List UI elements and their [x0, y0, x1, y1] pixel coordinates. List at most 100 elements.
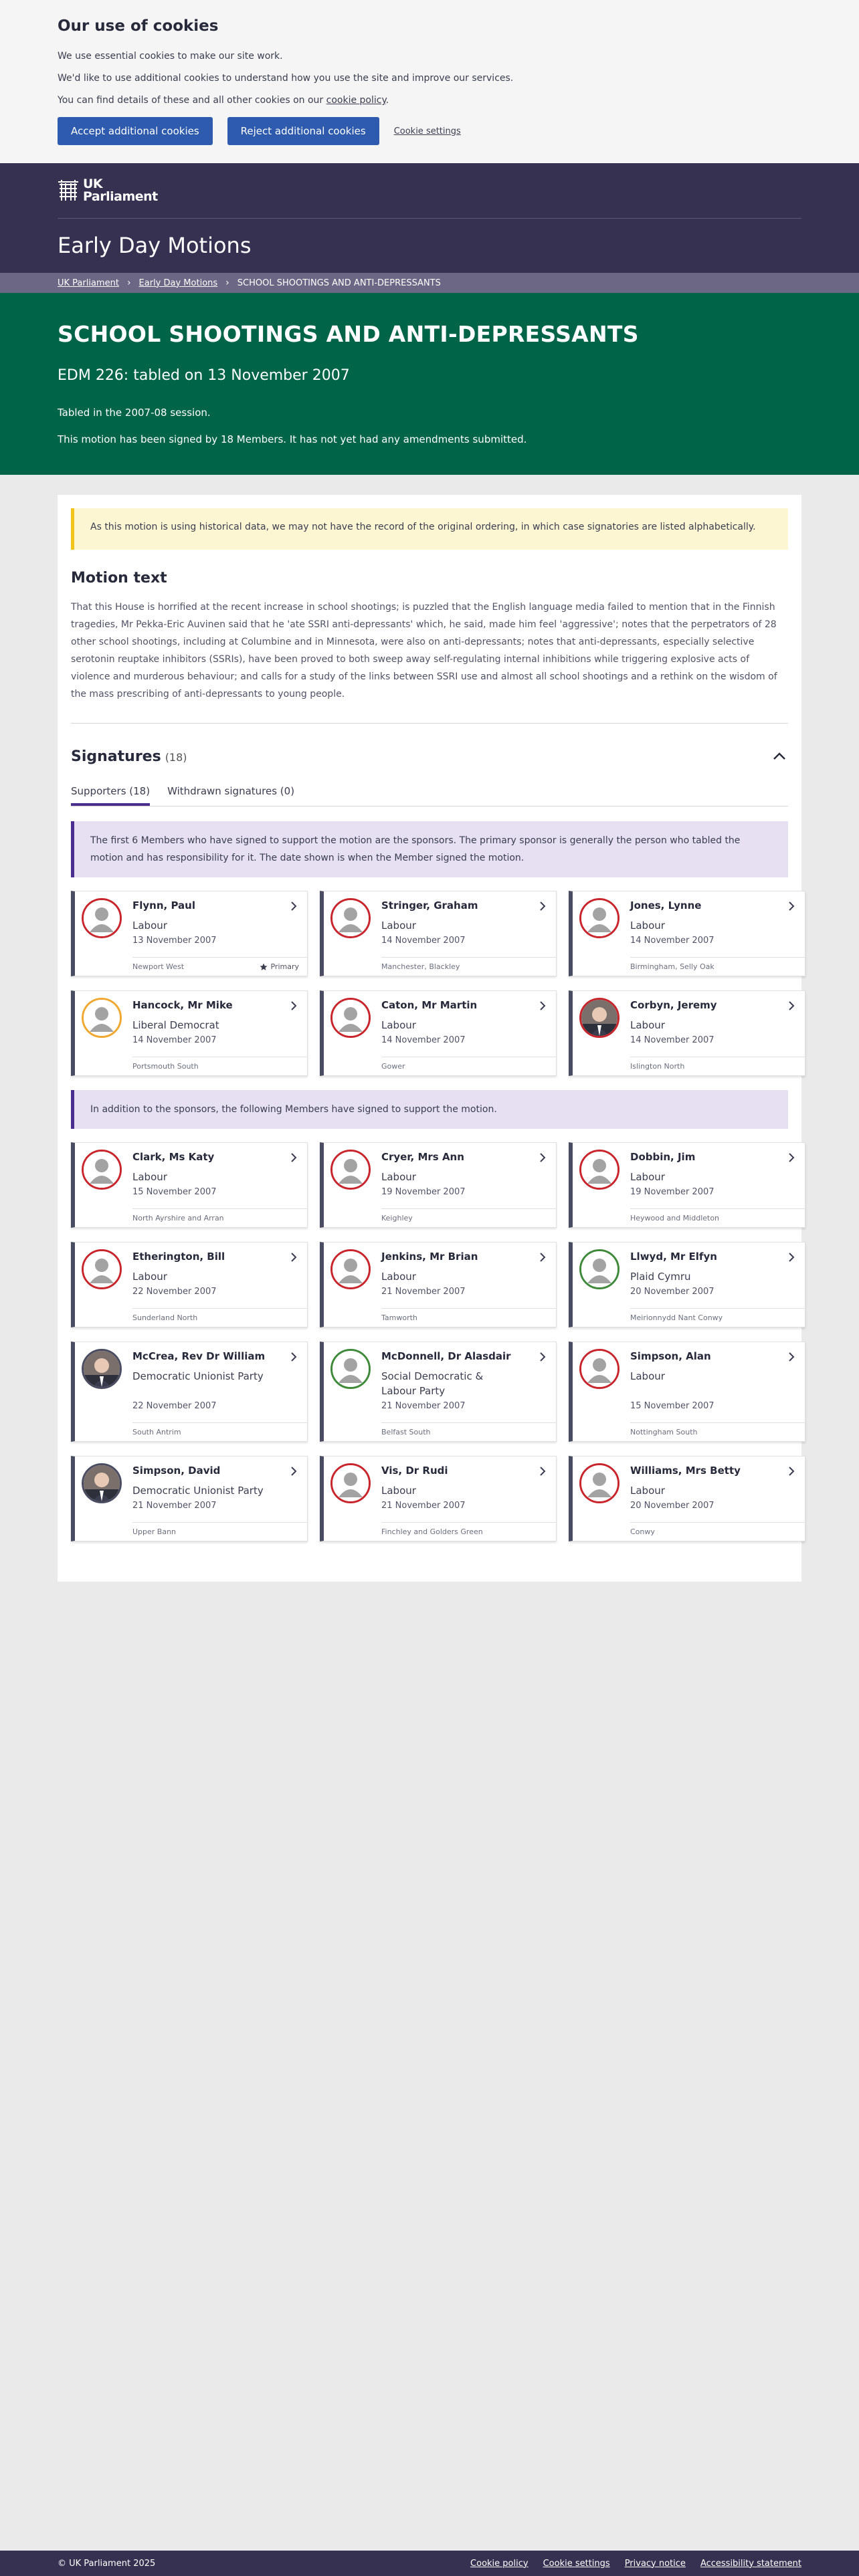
footer-cookie-policy-link[interactable]: Cookie policy	[470, 2559, 529, 2569]
member-card[interactable]: Caton, Mr Martin Labour 14 November 2007 Go…	[320, 990, 557, 1076]
member-card[interactable]: Williams, Mrs Betty Labour 20 November 200…	[569, 1456, 805, 1541]
member-card[interactable]: Vis, Dr Rudi Labour 21 November 2007 Finchl…	[320, 1456, 557, 1541]
member-card[interactable]: Simpson, Alan Labour 15 November 2007 Notti…	[569, 1341, 805, 1442]
member-card[interactable]: Flynn, Paul Labour 13 November 2007 Newport…	[71, 891, 308, 976]
member-constituency: Conwy	[630, 1527, 655, 1536]
accept-cookies-button[interactable]: Accept additional cookies	[58, 117, 213, 145]
member-card[interactable]: Hancock, Mr Mike Liberal Democrat 14 Novem…	[71, 990, 308, 1076]
avatar	[579, 898, 619, 938]
footer-cookie-settings-link[interactable]: Cookie settings	[543, 2559, 610, 2569]
member-constituency: Nottingham South	[630, 1428, 698, 1436]
member-footer: Birmingham, Selly Oak	[630, 957, 805, 976]
member-party: Labour	[630, 1485, 665, 1497]
member-name[interactable]: Jenkins, Mr Brian	[381, 1251, 478, 1263]
member-name[interactable]: Simpson, David	[132, 1465, 220, 1477]
member-party: Social Democratic & Labour Party	[381, 1370, 484, 1397]
chevron-right-icon[interactable]	[290, 1000, 298, 1011]
member-party: Labour	[381, 920, 416, 932]
member-name[interactable]: Cryer, Mrs Ann	[381, 1151, 464, 1163]
avatar	[82, 898, 122, 938]
person-placeholder-icon	[84, 1000, 120, 1036]
member-constituency: Upper Bann	[132, 1527, 177, 1536]
uk-parliament-logo[interactable]: UK Parliament	[58, 178, 158, 203]
footer-privacy-notice-link[interactable]: Privacy notice	[625, 2559, 686, 2569]
avatar	[330, 1150, 371, 1190]
chevron-right-icon[interactable]	[787, 1000, 795, 1011]
member-name[interactable]: Etherington, Bill	[132, 1251, 225, 1263]
chevron-right-icon[interactable]	[539, 1000, 547, 1011]
page-footer: © UK Parliament 2025 Cookie policy Cooki…	[0, 2551, 859, 2576]
member-party: Labour	[381, 1171, 416, 1183]
chevron-right-icon[interactable]	[787, 1466, 795, 1477]
breadcrumb: UK Parliament › Early Day Motions › SCHO…	[0, 273, 859, 293]
member-card[interactable]: Simpson, David Democratic Unionist Party 2…	[71, 1456, 308, 1541]
member-name[interactable]: Llwyd, Mr Elfyn	[630, 1251, 717, 1263]
member-card[interactable]: Clark, Ms Katy Labour 15 November 2007 Nort…	[71, 1142, 308, 1228]
breadcrumb-early-day-motions[interactable]: Early Day Motions	[139, 278, 218, 288]
avatar	[82, 998, 122, 1038]
cookie-text-3-prefix: You can find details of these and all ot…	[58, 95, 326, 106]
motion-session: Tabled in the 2007-08 session.	[58, 407, 211, 419]
member-name[interactable]: Simpson, Alan	[630, 1350, 711, 1362]
member-card[interactable]: Llwyd, Mr Elfyn Plaid Cymru 20 November 20…	[569, 1242, 805, 1327]
member-signed-date: 14 November 2007	[132, 1035, 217, 1045]
member-constituency: Finchley and Golders Green	[381, 1527, 483, 1536]
member-name[interactable]: Dobbin, Jim	[630, 1151, 695, 1163]
chevron-right-icon[interactable]	[290, 1152, 298, 1163]
member-card[interactable]: Cryer, Mrs Ann Labour 19 November 2007 Keig…	[320, 1142, 557, 1228]
chevron-right-icon[interactable]	[290, 1352, 298, 1362]
member-constituency: Heywood and Middleton	[630, 1214, 720, 1222]
member-name[interactable]: Caton, Mr Martin	[381, 999, 477, 1011]
member-card[interactable]: Stringer, Graham Labour 14 November 2007 Ma…	[320, 891, 557, 976]
member-card[interactable]: Jenkins, Mr Brian Labour 21 November 2007 T…	[320, 1242, 557, 1327]
signatures-tabs: Supporters (18) Withdrawn signatures (0)	[71, 785, 788, 807]
signatures-heading: Signatures	[71, 748, 161, 765]
member-card[interactable]: Etherington, Bill Labour 22 November 2007 S…	[71, 1242, 308, 1327]
member-name[interactable]: Corbyn, Jeremy	[630, 999, 717, 1011]
chevron-right-icon[interactable]	[539, 1252, 547, 1263]
member-name[interactable]: Flynn, Paul	[132, 899, 195, 911]
member-name[interactable]: Vis, Dr Rudi	[381, 1465, 448, 1477]
member-name[interactable]: Jones, Lynne	[630, 899, 701, 911]
breadcrumb-uk-parliament[interactable]: UK Parliament	[58, 278, 119, 288]
motion-text-heading: Motion text	[71, 570, 167, 586]
member-card[interactable]: Dobbin, Jim Labour 19 November 2007 Heywood…	[569, 1142, 805, 1228]
signatures-header[interactable]: Signatures (18)	[71, 746, 788, 766]
breadcrumb-chevron-icon: ›	[225, 278, 229, 288]
member-card[interactable]: McCrea, Rev Dr William Democratic Unionis…	[71, 1341, 308, 1442]
chevron-right-icon[interactable]	[787, 901, 795, 911]
member-name[interactable]: Stringer, Graham	[381, 899, 478, 911]
avatar	[330, 1349, 371, 1389]
tab-withdrawn-signatures[interactable]: Withdrawn signatures (0)	[167, 785, 294, 806]
member-name[interactable]: Clark, Ms Katy	[132, 1151, 214, 1163]
chevron-right-icon[interactable]	[539, 1352, 547, 1362]
member-photo-icon	[581, 1000, 617, 1036]
member-card[interactable]: Corbyn, Jeremy Labour 14 November 2007 Isli…	[569, 990, 805, 1076]
chevron-right-icon[interactable]	[539, 1152, 547, 1163]
cookie-settings-link[interactable]: Cookie settings	[394, 126, 461, 136]
person-placeholder-icon	[332, 1000, 369, 1036]
member-name[interactable]: Hancock, Mr Mike	[132, 999, 233, 1011]
footer-accessibility-statement-link[interactable]: Accessibility statement	[700, 2559, 801, 2569]
member-name[interactable]: Williams, Mrs Betty	[630, 1465, 741, 1477]
chevron-right-icon[interactable]	[290, 1252, 298, 1263]
chevron-right-icon[interactable]	[290, 901, 298, 911]
member-name[interactable]: McCrea, Rev Dr William	[132, 1350, 265, 1362]
avatar	[330, 998, 371, 1038]
chevron-right-icon[interactable]	[290, 1466, 298, 1477]
tab-supporters[interactable]: Supporters (18)	[71, 785, 151, 806]
member-card[interactable]: McDonnell, Dr Alasdair Social Democratic …	[320, 1341, 557, 1442]
chevron-right-icon[interactable]	[787, 1152, 795, 1163]
chevron-right-icon[interactable]	[539, 901, 547, 911]
chevron-up-icon[interactable]	[771, 748, 788, 765]
cookie-policy-link[interactable]: cookie policy	[326, 95, 386, 106]
chevron-right-icon[interactable]	[787, 1252, 795, 1263]
reject-cookies-button[interactable]: Reject additional cookies	[227, 117, 379, 145]
person-placeholder-icon	[581, 1465, 617, 1501]
section-title[interactable]: Early Day Motions	[58, 233, 252, 258]
member-name[interactable]: McDonnell, Dr Alasdair	[381, 1350, 511, 1362]
chevron-right-icon[interactable]	[539, 1466, 547, 1477]
member-card[interactable]: Jones, Lynne Labour 14 November 2007 Birmin…	[569, 891, 805, 976]
cookie-text-3: You can find details of these and all ot…	[58, 95, 801, 106]
chevron-right-icon[interactable]	[787, 1352, 795, 1362]
